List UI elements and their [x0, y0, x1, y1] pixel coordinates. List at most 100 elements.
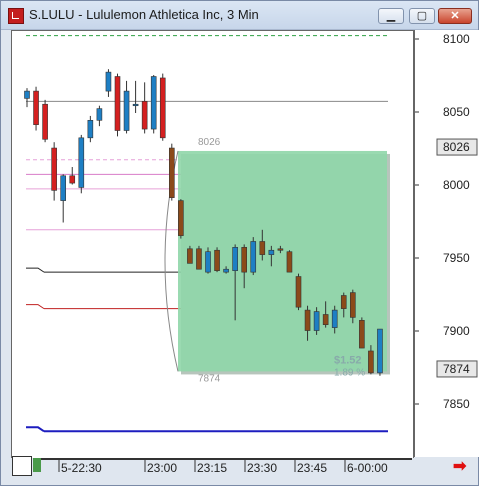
candle-body [187, 248, 193, 264]
candle-body [87, 120, 94, 139]
corner-checkbox[interactable] [12, 456, 32, 476]
price-marker-label: 7874 [443, 362, 470, 376]
time-axis-line [41, 458, 412, 460]
price-tick-label: 8100 [443, 32, 470, 46]
time-axis[interactable]: 5-22:30 23:00 23:15 23:30 23:45 6-00:00 [11, 458, 478, 484]
time-tick-label: 6-00:00 [347, 461, 388, 475]
candle-body [205, 251, 211, 273]
box-percent-label: 1.89 % [334, 367, 365, 378]
candle-body [340, 295, 347, 309]
box-top-price-label: 8026 [198, 137, 221, 148]
candle [313, 307, 320, 335]
minimize-icon: ▁ [386, 10, 396, 22]
close-icon: ✕ [450, 10, 460, 22]
black-line-hook [26, 267, 45, 273]
candle-body [331, 309, 338, 328]
candle-body [132, 103, 139, 107]
candle-body [78, 137, 85, 188]
maximize-icon: ▢ [416, 10, 428, 22]
candle-body [159, 77, 166, 139]
price-axis[interactable]: 8100 8050 8000 7950 7900 7850 8026 7874 [414, 30, 479, 457]
candle [123, 80, 130, 134]
box-change-label: $1.52 [334, 354, 362, 366]
candle [196, 245, 202, 270]
chart-app-icon[interactable] [8, 8, 24, 24]
time-tick-label: 5-22:30 [61, 461, 102, 475]
candle-body [377, 328, 383, 374]
candle-body [349, 292, 356, 318]
price-marker-label: 8026 [443, 140, 470, 154]
time-tick-label: 23:15 [197, 461, 227, 475]
candle [132, 80, 139, 113]
candle [33, 86, 39, 131]
candle-body [214, 249, 220, 271]
candle-body [259, 241, 266, 255]
title-bar[interactable]: S.LULU - Lululemon Athletica Inc, 3 Min … [1, 1, 478, 30]
candle [214, 247, 220, 273]
price-tick-label: 7950 [443, 251, 470, 265]
candle-body [60, 175, 67, 201]
candle [159, 73, 166, 141]
candle-body [232, 247, 238, 271]
candle [51, 142, 57, 201]
candle-body [313, 311, 320, 331]
candle-body [42, 103, 48, 140]
time-tick-label: 23:30 [247, 461, 277, 475]
candle [60, 174, 67, 223]
price-axis-svg: 8100 8050 8000 7950 7900 7850 8026 7874 [415, 32, 478, 411]
candle-body [169, 147, 175, 198]
price-tick-label: 8000 [443, 178, 470, 192]
close-button[interactable]: ✕ [438, 8, 472, 24]
box-bottom-price-label: 7874 [198, 373, 221, 384]
candle-body [178, 200, 184, 236]
red-line-hook [26, 304, 45, 310]
candle [295, 273, 302, 311]
time-tick-label: 23:45 [297, 461, 327, 475]
candle [169, 143, 175, 201]
price-tick-label: 8050 [443, 105, 470, 119]
candle [359, 317, 365, 349]
candle [105, 69, 112, 97]
candle [141, 82, 148, 134]
blue-line-hook [26, 426, 45, 433]
maximize-button[interactable]: ▢ [409, 8, 435, 24]
candle-body [304, 309, 311, 331]
candle-body [141, 101, 148, 130]
candle [178, 199, 184, 239]
candle-body [286, 251, 293, 273]
time-tick-label: 23:00 [147, 461, 177, 475]
window-title: S.LULU - Lululemon Athletica Inc, 3 Min [29, 7, 259, 22]
chart-plot-area[interactable]: 8026 7874 $1.52 1.89 % [11, 30, 414, 459]
candle-body [359, 320, 365, 349]
candle-body [223, 268, 229, 273]
candle [377, 328, 383, 376]
candle [42, 99, 48, 143]
time-axis-stripe [33, 458, 41, 472]
candle-body [322, 314, 329, 326]
candle [78, 134, 85, 194]
candle-body [241, 247, 247, 273]
minimize-button[interactable]: ▁ [378, 8, 404, 24]
candle-body [150, 76, 157, 130]
candle [24, 88, 30, 108]
candle [286, 250, 293, 273]
candle-body [105, 71, 112, 92]
candle [187, 245, 193, 264]
candle [96, 105, 103, 127]
candle-body [123, 90, 130, 131]
candle-body [250, 241, 257, 273]
candle-body [268, 249, 275, 255]
candle [69, 167, 76, 185]
candle [114, 73, 121, 137]
candle-body [51, 147, 57, 191]
candle-body [114, 76, 121, 131]
candle [150, 75, 157, 134]
candle-body [96, 108, 103, 121]
chart-window: S.LULU - Lululemon Athletica Inc, 3 Min … [0, 0, 479, 486]
candle [87, 115, 94, 143]
candle-body [33, 90, 39, 125]
candle-body [69, 175, 76, 184]
scroll-right-arrow-icon[interactable]: ➡ [453, 459, 473, 475]
candlestick-chart[interactable]: 8026 7874 $1.521.89 % [12, 31, 413, 458]
time-axis-svg: 5-22:30 23:00 23:15 23:30 23:45 6-00:00 [33, 458, 412, 475]
